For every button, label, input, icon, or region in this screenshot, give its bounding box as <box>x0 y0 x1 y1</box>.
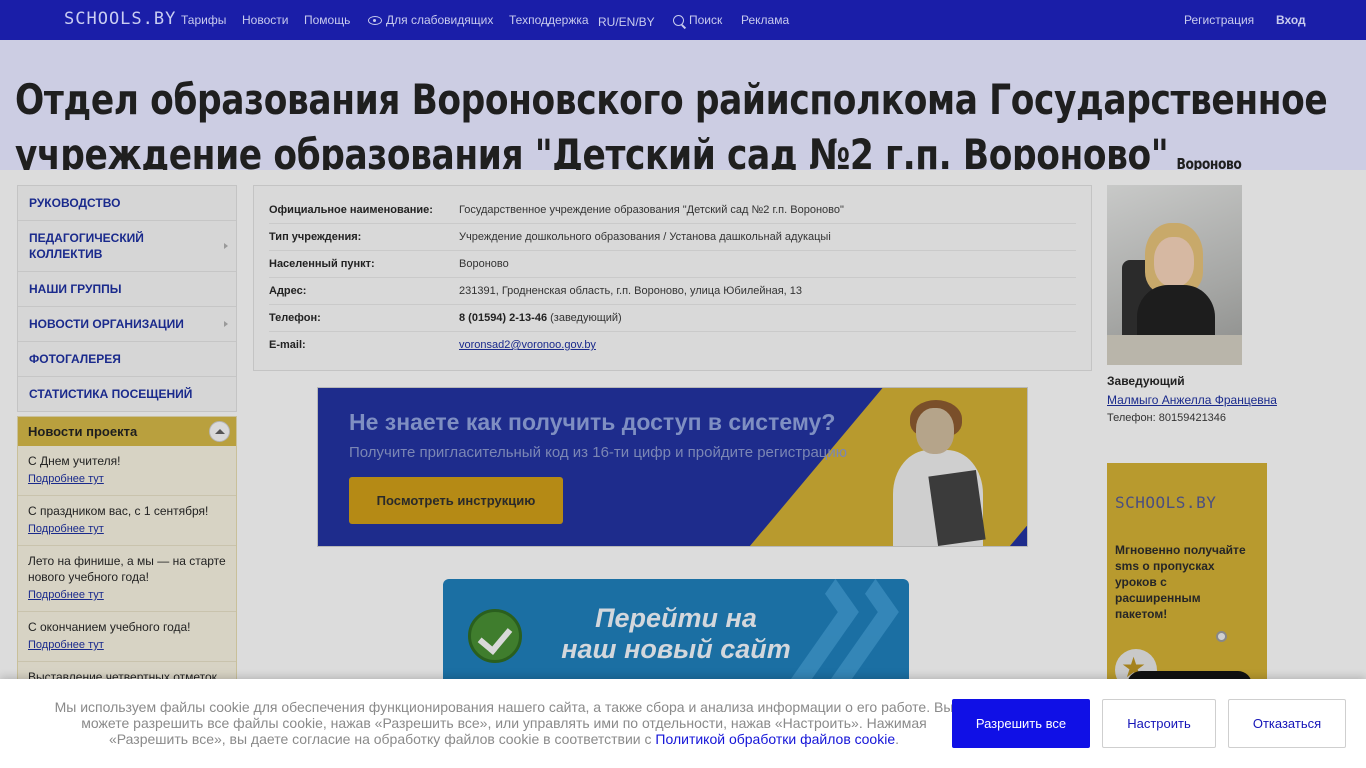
info-label: Тип учреждения: <box>269 231 362 243</box>
eye-icon <box>368 16 382 25</box>
checkmark-icon <box>468 609 522 663</box>
nav-language[interactable]: RU/EN/BY <box>598 15 655 29</box>
page-title: Отдел образования Вороновского райисполк… <box>15 72 1343 170</box>
info-value: Учреждение дошкольного образования / Уст… <box>459 231 831 243</box>
info-row: Официальное наименование: Государственное… <box>269 197 1076 224</box>
news-item: С праздником вас, с 1 сентября! Подробнее… <box>18 496 236 546</box>
news-item: С окончанием учебного года! Подробнее тут <box>18 612 236 662</box>
nav-ads[interactable]: Реклама <box>741 13 789 27</box>
refuse-button[interactable]: Отказаться <box>1228 699 1346 748</box>
info-row: Телефон: 8 (01594) 2-13-46 (заведующий) <box>269 305 1076 332</box>
access-banner[interactable]: Не знаете как получить доступ в систему?… <box>317 387 1028 547</box>
info-label: E-mail: <box>269 339 306 351</box>
news-more-link[interactable]: Подробнее тут <box>28 471 226 487</box>
nav-low-vision[interactable]: Для слабовидящих <box>368 13 493 27</box>
info-label: Официальное наименование: <box>269 204 433 216</box>
menu-item-org-news[interactable]: Новости организации <box>18 307 236 342</box>
cookie-consent-bar: Мы используем файлы cookie для обеспечен… <box>0 679 1366 768</box>
phone-number: 8 (01594) 2-13-46 <box>459 312 548 324</box>
institution-info: Официальное наименование: Государственное… <box>253 185 1092 371</box>
director-name-link[interactable]: Малмыго Анжелла Францевна <box>1107 393 1277 407</box>
search-icon <box>673 15 684 26</box>
dot-icon <box>1216 631 1227 642</box>
info-row: Адрес: 231391, Гродненская область, г.п. … <box>269 278 1076 305</box>
news-item: С Днем учителя! Подробнее тут <box>18 446 236 496</box>
info-row: Населенный пункт: Вороново <box>269 251 1076 278</box>
director-role: Заведующий <box>1107 374 1185 388</box>
new-site-banner[interactable]: Перейти на наш новый сайт <box>443 579 909 689</box>
cookie-policy-link[interactable]: Политикой обработки файлов cookie <box>655 731 895 747</box>
info-label: Населенный пункт: <box>269 258 375 270</box>
banner-subtitle: Получите пригласительный код из 16-ти ци… <box>349 444 848 461</box>
nav-help[interactable]: Помощь <box>304 13 350 27</box>
nav-news[interactable]: Новости <box>242 13 288 27</box>
chevron-right-icon <box>224 243 228 249</box>
project-news: Новости проекта С Днем учителя! Подробнее… <box>17 416 237 696</box>
info-label: Телефон: <box>269 312 321 324</box>
info-label: Адрес: <box>269 285 307 297</box>
allow-all-button[interactable]: Разрешить все <box>952 699 1090 748</box>
title-band: Отдел образования Вороновского райисполк… <box>0 40 1366 170</box>
top-navigation: SCHOOLS.BY Тарифы Новости Помощь Для сла… <box>0 0 1366 40</box>
director-phone: Телефон: 80159421346 <box>1107 412 1227 424</box>
folder-illustration <box>928 470 986 546</box>
menu-item-groups[interactable]: Наши группы <box>18 272 236 307</box>
collapse-icon[interactable] <box>209 421 230 442</box>
sms-banner-logo: SCHOOLS.BY <box>1115 493 1217 512</box>
cookie-text: Мы используем файлы cookie для обеспечен… <box>54 699 954 747</box>
info-value: 8 (01594) 2-13-46 (заведующий) <box>459 312 622 324</box>
new-site-text: Перейти на наш новый сайт <box>561 603 791 664</box>
nav-support[interactable]: Техподдержка <box>509 13 589 27</box>
news-item: Лето на финише, а мы — на старте нового … <box>18 546 236 612</box>
menu-item-staff[interactable]: Педагогический коллектив <box>18 221 236 272</box>
menu-item-stats[interactable]: Статистика посещений <box>18 377 236 411</box>
info-value: voronsad2@voronoo.gov.by <box>459 337 596 353</box>
chevron-right-icon <box>224 321 228 327</box>
director-photo <box>1107 185 1242 365</box>
menu-item-management[interactable]: Руководство <box>18 186 236 221</box>
banner-title: Не знаете как получить доступ в систему? <box>349 409 836 435</box>
info-row: E-mail: voronsad2@voronoo.gov.by <box>269 332 1076 358</box>
news-more-link[interactable]: Подробнее тут <box>28 521 226 537</box>
info-row: Тип учреждения: Учреждение дошкольного об… <box>269 224 1076 251</box>
nav-search[interactable]: Поиск <box>673 13 722 27</box>
register-link[interactable]: Регистрация <box>1184 13 1254 27</box>
news-more-link[interactable]: Подробнее тут <box>28 587 226 603</box>
place-name: Вороново <box>1176 155 1242 170</box>
info-value: Вороново <box>459 258 509 270</box>
view-instruction-button[interactable]: Посмотреть инструкцию <box>349 477 563 524</box>
menu-item-gallery[interactable]: Фотогалерея <box>18 342 236 377</box>
news-more-link[interactable]: Подробнее тут <box>28 637 226 653</box>
sms-banner-text: Мгновенно получайте sms о пропусках урок… <box>1115 543 1246 621</box>
nav-tariffs[interactable]: Тарифы <box>181 13 226 27</box>
left-menu: Руководство Педагогический коллектив Наш… <box>17 185 237 412</box>
email-link[interactable]: voronsad2@voronoo.gov.by <box>459 339 596 351</box>
news-header: Новости проекта <box>18 417 236 446</box>
info-value: Государственное учреждение образования "… <box>459 204 844 216</box>
login-link[interactable]: Вход <box>1276 13 1306 27</box>
site-logo[interactable]: SCHOOLS.BY <box>64 9 176 29</box>
configure-button[interactable]: Настроить <box>1102 699 1216 748</box>
info-value: 231391, Гродненская область, г.п. Вороно… <box>459 285 803 297</box>
sms-banner[interactable]: SCHOOLS.BY Мгновенно получайте sms о про… <box>1107 463 1267 693</box>
